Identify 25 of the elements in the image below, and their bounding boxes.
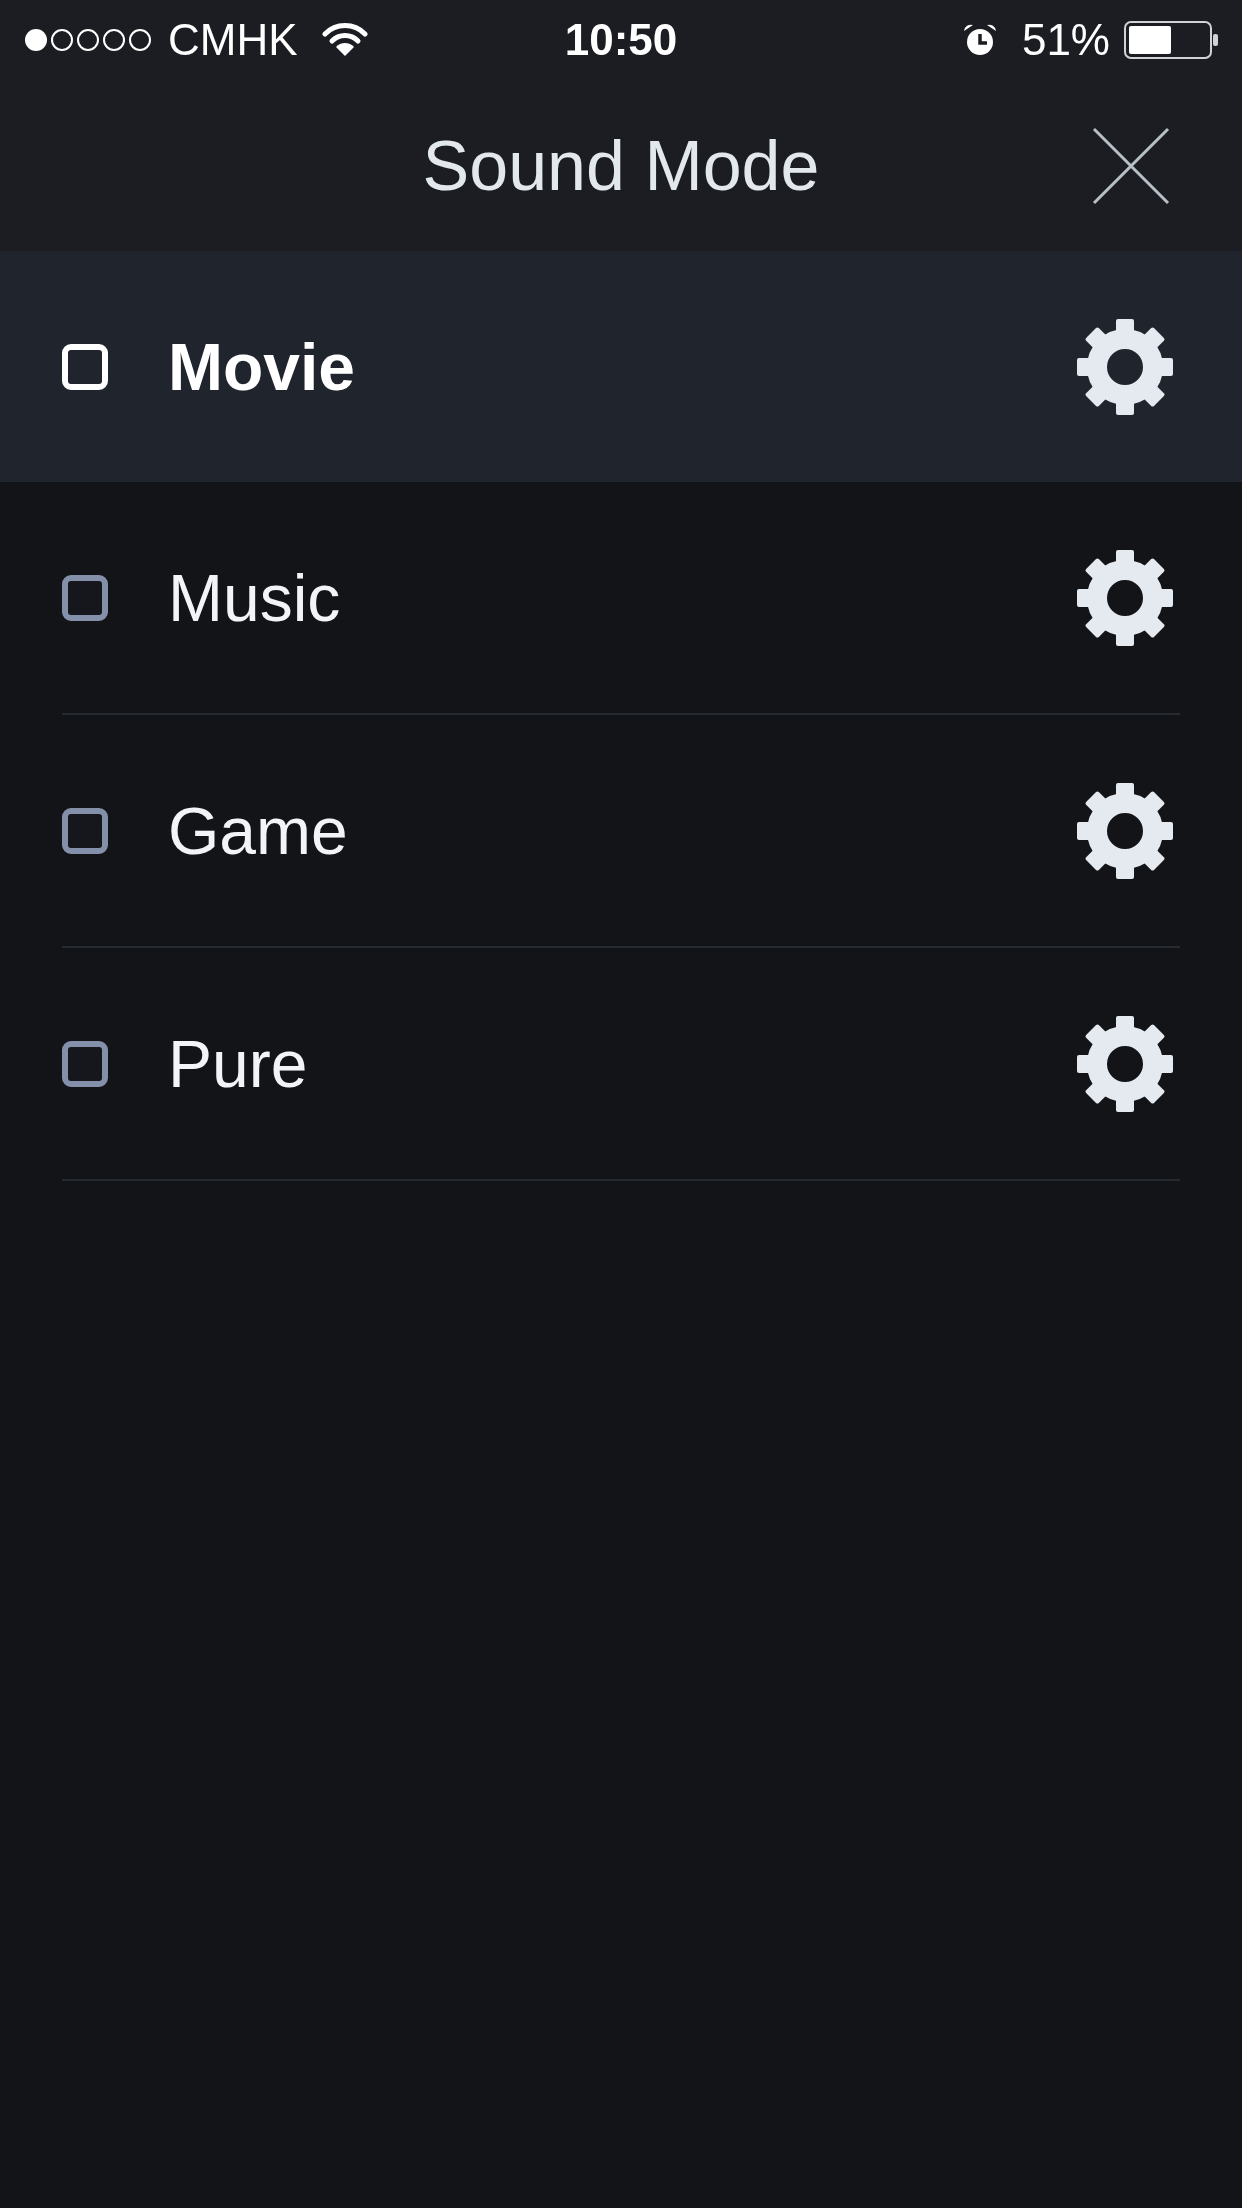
sound-mode-row[interactable]: Movie [0,251,1242,482]
checkbox[interactable] [62,807,108,854]
mode-label: Movie [168,333,356,400]
settings-button[interactable] [1077,1015,1173,1112]
status-time: 10:50 [564,18,678,62]
battery-percentage: 51% [1021,18,1110,62]
battery-icon [1124,21,1218,59]
gear-icon [1077,1015,1173,1112]
alarm-clock-icon [961,22,998,58]
header-title: Sound Mode [422,130,820,201]
mode-label: Music [168,564,341,631]
checkbox[interactable] [62,574,108,621]
gear-icon [1077,782,1173,879]
mode-label: Pure [168,1030,308,1097]
gear-icon [1077,318,1173,415]
wifi-icon [321,23,368,57]
settings-button[interactable] [1077,549,1173,646]
checkbox[interactable] [62,1040,108,1087]
close-icon [1092,127,1170,205]
close-button[interactable] [1092,127,1170,205]
mode-label: Game [168,797,348,864]
settings-button[interactable] [1077,318,1173,415]
gear-icon [1077,549,1173,646]
carrier-name: CMHK [168,18,298,62]
settings-button[interactable] [1077,782,1173,879]
